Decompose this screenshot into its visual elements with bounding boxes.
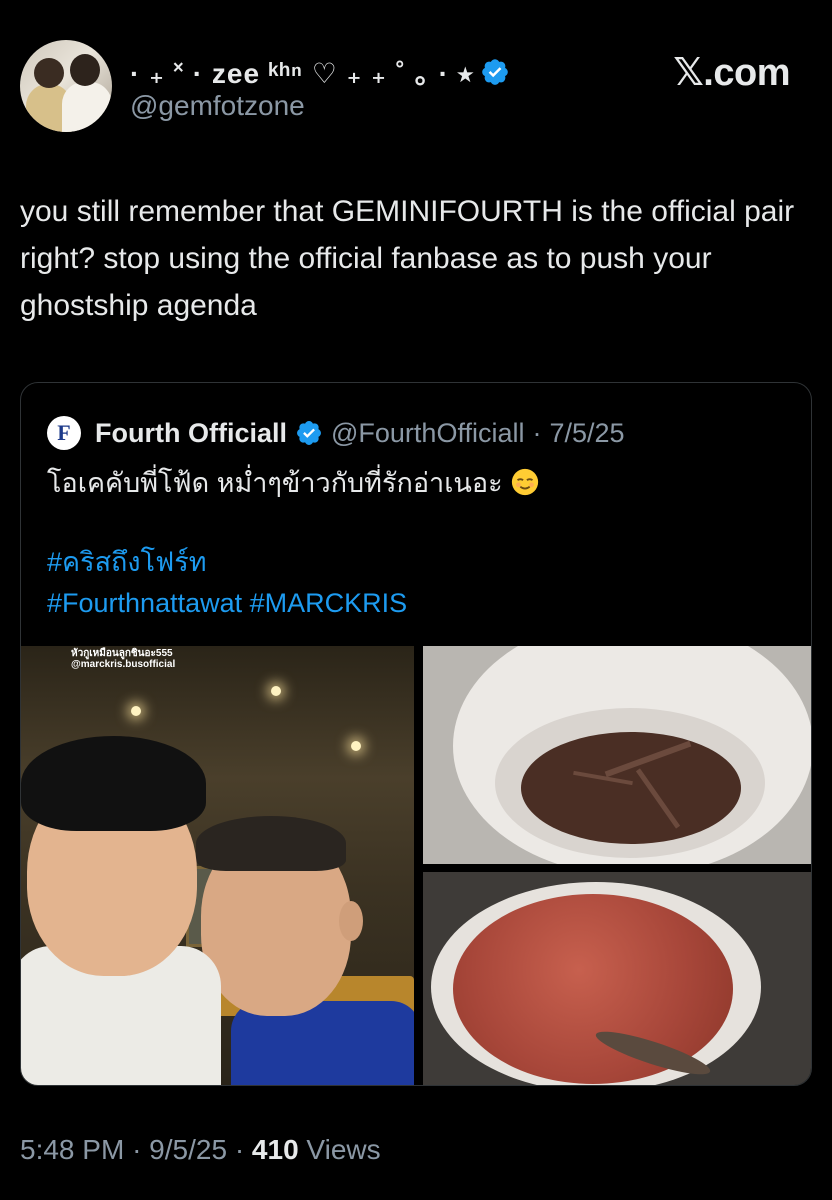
meta-separator: ·: [132, 1134, 142, 1165]
author-avatar[interactable]: [20, 40, 112, 132]
quoted-tweet-date[interactable]: 7/5/25: [549, 418, 624, 449]
quoted-tweet-media: หัวกูเหมือนลูกชินอะ555 @marckris.busoffi…: [21, 646, 811, 1085]
tweet-header: · ₊ ˟ · zee ᵏʰⁿ ♡ ₊ ₊ ˚ ｡ · ⭑ @gemfotzon…: [20, 40, 812, 136]
hashtag-link[interactable]: #Fourthnattawat #MARCKRIS: [47, 583, 787, 624]
author-display-name[interactable]: · ₊ ˟ · zee ᵏʰⁿ ♡ ₊ ₊ ˚ ｡ · ⭑: [130, 52, 474, 92]
quoted-tweet-body: โอเคคับพี่โฟ้ด หม่ำๆข้าวกับที่รักอ่าเนอะ…: [47, 463, 787, 624]
tweet-date[interactable]: 9/5/25: [149, 1134, 227, 1165]
quoted-tweet-text: โอเคคับพี่โฟ้ด หม่ำๆข้าวกับที่รักอ่าเนอะ: [47, 468, 503, 498]
verified-badge-icon: [482, 59, 508, 85]
dessert-photo[interactable]: [423, 646, 811, 864]
views-count[interactable]: 410: [252, 1134, 299, 1165]
x-logo: 𝕏.com: [673, 52, 790, 94]
hashtag-link[interactable]: #คริสถึงโฟร์ท: [47, 542, 787, 583]
quoted-tweet-header: F Fourth Officiall @FourthOfficiall · 7/…: [47, 413, 625, 453]
tweet-time[interactable]: 5:48 PM: [20, 1134, 124, 1165]
author-name-row: · ₊ ˟ · zee ᵏʰⁿ ♡ ₊ ₊ ˚ ｡ · ⭑: [130, 54, 510, 90]
views-label: Views: [306, 1134, 381, 1165]
verified-badge-icon: [297, 421, 321, 445]
meta-separator: ·: [532, 417, 542, 448]
selfie-photo[interactable]: หัวกูเหมือนลูกชินอะ555 @marckris.busoffi…: [21, 646, 414, 1085]
relieved-face-emoji-icon: [512, 468, 539, 496]
author-handle[interactable]: @gemfotzone: [130, 90, 305, 122]
quoted-tweet[interactable]: F Fourth Officiall @FourthOfficiall · 7/…: [20, 382, 812, 1086]
tweet-text: you still remember that GEMINIFOURTH is …: [20, 195, 795, 322]
tweet-footer: 5:48 PM · 9/5/25 · 410 Views: [20, 1134, 381, 1166]
quoted-author-handle[interactable]: @FourthOfficiall: [331, 418, 524, 449]
meta-separator: ·: [234, 1134, 245, 1165]
sorbet-photo[interactable]: [423, 872, 811, 1085]
quoted-author-name[interactable]: Fourth Officiall: [95, 418, 287, 449]
photo-caption: หัวกูเหมือนลูกชินอะ555 @marckris.busoffi…: [71, 648, 176, 670]
quoted-author-avatar[interactable]: F: [47, 416, 81, 450]
